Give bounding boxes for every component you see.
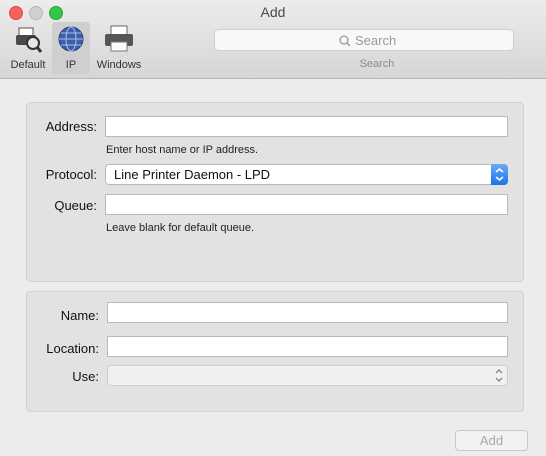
- search-icon: [339, 34, 351, 52]
- search-caption: Search: [359, 58, 395, 70]
- use-select[interactable]: [107, 365, 508, 386]
- chevron-updown-icon: [494, 368, 504, 386]
- queue-hint: Leave blank for default queue.: [106, 222, 255, 234]
- address-field[interactable]: [105, 116, 508, 137]
- location-label: Location:: [46, 341, 99, 356]
- use-label: Use:: [72, 369, 99, 384]
- toolbar-ip-label: IP: [65, 59, 77, 71]
- name-field[interactable]: [107, 302, 508, 323]
- chevron-updown-icon: [491, 164, 508, 185]
- printer-icon: [102, 24, 136, 59]
- address-label: Address:: [45, 119, 97, 134]
- name-label: Name:: [60, 308, 99, 323]
- toolbar-ip-button[interactable]: IP: [52, 22, 90, 74]
- location-field[interactable]: [107, 336, 508, 357]
- protocol-select[interactable]: Line Printer Daemon - LPD: [105, 164, 508, 185]
- window-titlebar: Add Default IP Windows Search Search: [0, 0, 546, 79]
- add-button[interactable]: Add: [455, 430, 528, 451]
- queue-label: Queue:: [54, 198, 97, 213]
- search-input[interactable]: Search: [214, 29, 514, 51]
- default-printer-search-icon: [13, 24, 43, 59]
- window-title: Add: [260, 4, 286, 20]
- search-placeholder: Search: [355, 33, 397, 48]
- address-hint: Enter host name or IP address.: [106, 144, 259, 156]
- protocol-label: Protocol:: [45, 167, 97, 182]
- protocol-select-value: Line Printer Daemon - LPD: [114, 167, 271, 182]
- toolbar-default-button[interactable]: Default: [6, 22, 50, 74]
- queue-field[interactable]: [105, 194, 508, 215]
- toolbar-windows-button[interactable]: Windows: [92, 22, 146, 74]
- globe-icon: [56, 24, 86, 59]
- toolbar-default-label: Default: [10, 59, 46, 71]
- toolbar-windows-label: Windows: [96, 59, 142, 71]
